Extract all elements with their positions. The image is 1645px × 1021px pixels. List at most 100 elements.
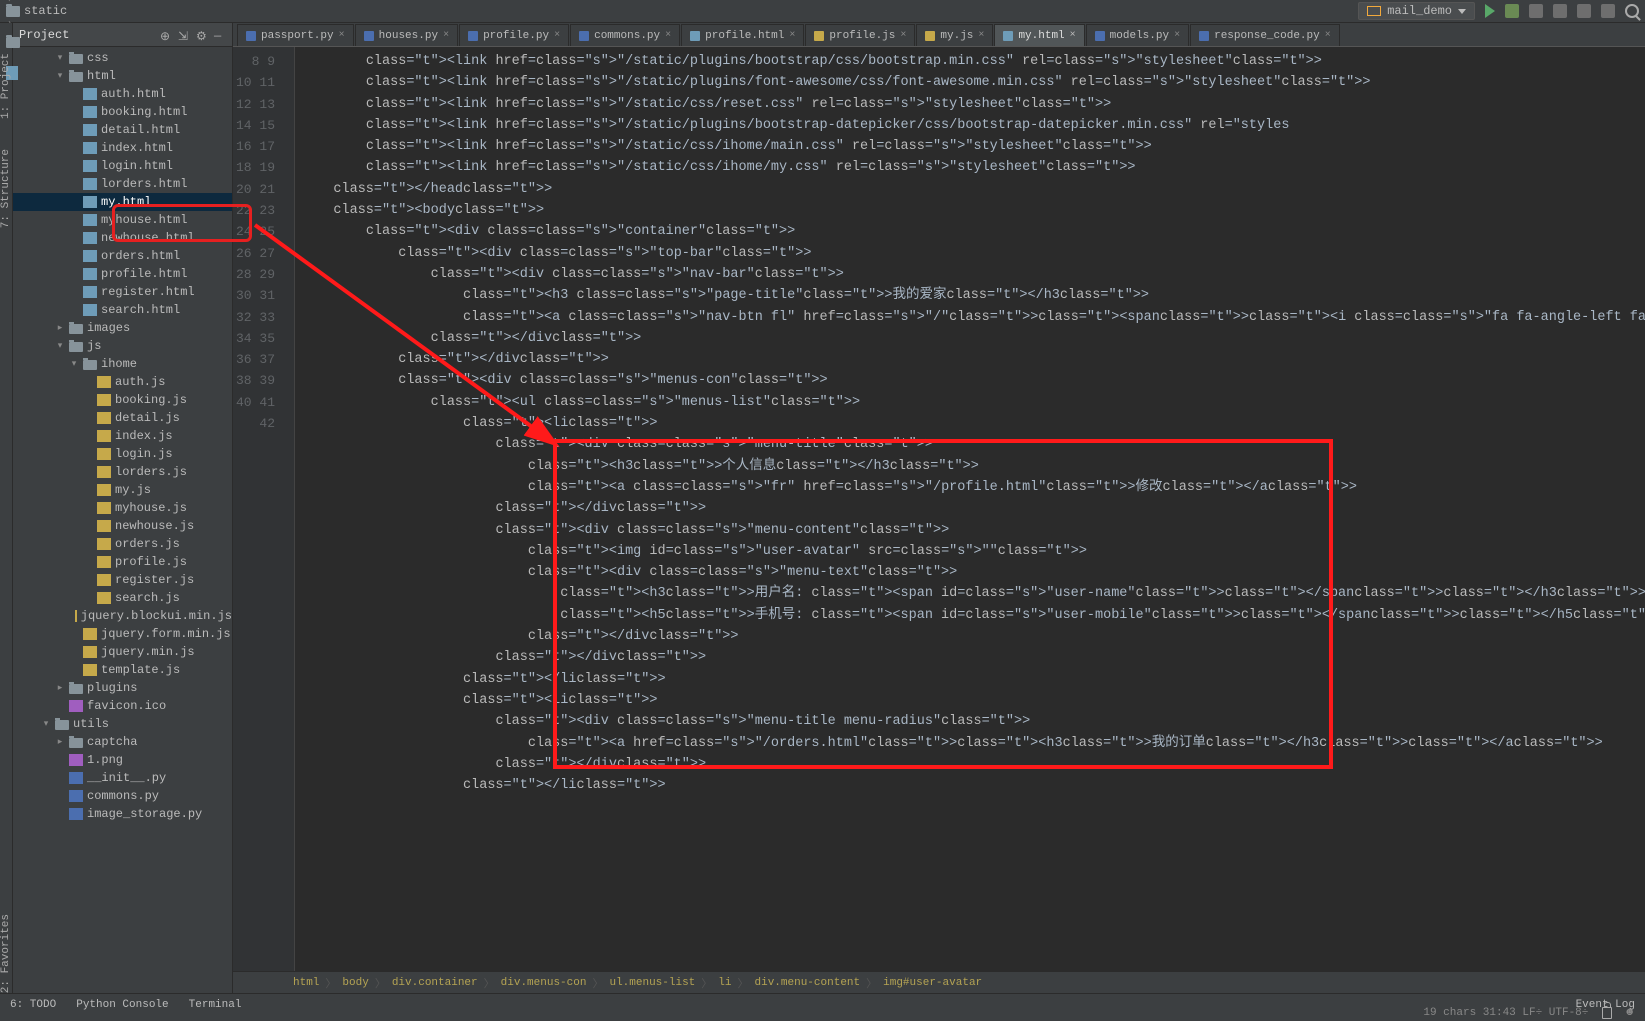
tree-node[interactable]: booking.js (13, 391, 232, 409)
tree-node[interactable]: profile.js (13, 553, 232, 571)
stop-button[interactable] (1553, 4, 1567, 18)
tree-node[interactable]: login.js (13, 445, 232, 463)
lock-icon[interactable] (1602, 1007, 1612, 1019)
tree-node[interactable]: orders.js (13, 535, 232, 553)
tree-node[interactable]: search.js (13, 589, 232, 607)
tree-node[interactable]: register.js (13, 571, 232, 589)
expand-arrow-icon[interactable]: ▸ (55, 683, 65, 693)
editor-tab[interactable]: profile.html× (681, 24, 804, 46)
line-gutter[interactable]: 8 9 10 11 12 13 14 15 16 17 18 19 20 21 … (233, 47, 283, 971)
editor-tab[interactable]: my.js× (916, 24, 993, 46)
crumb-segment[interactable]: body (342, 977, 368, 989)
tree-node[interactable]: newhouse.js (13, 517, 232, 535)
tree-node[interactable]: index.js (13, 427, 232, 445)
close-icon[interactable]: × (665, 30, 671, 41)
tree-node[interactable]: booking.html (13, 103, 232, 121)
code-editor[interactable]: class="t"><link href=class="s">"/static/… (295, 47, 1645, 971)
close-icon[interactable]: × (900, 30, 906, 41)
hide-panel-icon[interactable]: — (214, 29, 226, 41)
tree-node[interactable]: jquery.min.js (13, 643, 232, 661)
tree-node[interactable]: myhouse.js (13, 499, 232, 517)
editor-tab[interactable]: models.py× (1086, 24, 1189, 46)
tree-node[interactable]: favicon.ico (13, 697, 232, 715)
tree-node[interactable]: commons.py (13, 787, 232, 805)
run-button[interactable] (1485, 4, 1495, 18)
fold-gutter[interactable] (283, 47, 295, 971)
breadcrumb-segment[interactable]: static (24, 4, 67, 18)
python-console-toolwin[interactable]: Python Console (76, 999, 168, 1011)
sync-button[interactable] (1601, 4, 1615, 18)
close-icon[interactable]: × (978, 30, 984, 41)
tree-node[interactable]: jquery.form.min.js (13, 625, 232, 643)
tree-node[interactable]: detail.js (13, 409, 232, 427)
tree-node[interactable]: auth.html (13, 85, 232, 103)
crumb-segment[interactable]: div.menu-content (755, 977, 861, 989)
project-panel-header[interactable]: Project ⊕ ⇲ ⚙ — (13, 23, 232, 47)
tree-node[interactable]: my.js (13, 481, 232, 499)
tree-node[interactable]: search.html (13, 301, 232, 319)
expand-arrow-icon[interactable]: ▸ (55, 737, 65, 747)
close-icon[interactable]: × (1325, 30, 1331, 41)
editor-tab[interactable]: response_code.py× (1190, 24, 1340, 46)
expand-arrow-icon[interactable]: ▸ (55, 323, 65, 333)
crumb-segment[interactable]: html (293, 977, 319, 989)
tree-node[interactable]: lorders.js (13, 463, 232, 481)
editor-tab[interactable]: my.html× (994, 24, 1084, 46)
editor-tab[interactable]: houses.py× (355, 24, 458, 46)
tree-node[interactable]: ▾ihome (13, 355, 232, 373)
tree-node[interactable]: ▾js (13, 337, 232, 355)
scroll-from-source-icon[interactable]: ⊕ (160, 29, 172, 41)
tree-node[interactable]: lorders.html (13, 175, 232, 193)
toolwin-favorites[interactable]: 2: Favorites (0, 914, 12, 993)
tree-node[interactable]: login.html (13, 157, 232, 175)
expand-arrow-icon[interactable]: ▾ (69, 359, 79, 369)
close-icon[interactable]: × (789, 30, 795, 41)
tree-node[interactable]: newhouse.html (13, 229, 232, 247)
close-icon[interactable]: × (554, 30, 560, 41)
expand-arrow-icon[interactable]: ▾ (55, 53, 65, 63)
tree-node[interactable]: ▸images (13, 319, 232, 337)
tree-node[interactable]: orders.html (13, 247, 232, 265)
tree-node[interactable]: ▸captcha (13, 733, 232, 751)
tree-node[interactable]: index.html (13, 139, 232, 157)
tree-node[interactable]: my.html (13, 193, 232, 211)
crumb-segment[interactable]: li (718, 977, 731, 989)
tree-node[interactable]: jquery.blockui.min.js (13, 607, 232, 625)
tree-node[interactable]: ▾css (13, 49, 232, 67)
tree-node[interactable]: __init__.py (13, 769, 232, 787)
tree-node[interactable]: ▸plugins (13, 679, 232, 697)
crumb-segment[interactable]: div.menus-con (501, 977, 587, 989)
toolwin-project[interactable]: 1: Project (0, 53, 12, 119)
crumb-segment[interactable]: ul.menus-list (609, 977, 695, 989)
tree-node[interactable]: detail.html (13, 121, 232, 139)
editor-tab[interactable]: profile.py× (459, 24, 569, 46)
debug-button[interactable] (1505, 4, 1519, 18)
close-icon[interactable]: × (443, 30, 449, 41)
run-configuration-selector[interactable]: mail_demo (1358, 2, 1475, 20)
hector-icon[interactable]: ☻ (1626, 1007, 1633, 1019)
editor-tab[interactable]: commons.py× (570, 24, 680, 46)
project-tree[interactable]: ▾css▾htmlauth.htmlbooking.htmldetail.htm… (13, 47, 232, 993)
close-icon[interactable]: × (339, 30, 345, 41)
crumb-segment[interactable]: img#user-avatar (883, 977, 982, 989)
editor-tab[interactable]: passport.py× (237, 24, 354, 46)
collapse-all-icon[interactable]: ⇲ (178, 29, 190, 41)
close-icon[interactable]: × (1174, 30, 1180, 41)
expand-arrow-icon[interactable]: ▾ (41, 719, 51, 729)
coverage-button[interactable] (1529, 4, 1543, 18)
terminal-toolwin[interactable]: Terminal (189, 999, 242, 1011)
search-icon[interactable] (1625, 4, 1639, 18)
editor-tab[interactable]: profile.js× (805, 24, 915, 46)
gear-icon[interactable]: ⚙ (196, 29, 208, 41)
expand-arrow-icon[interactable]: ▾ (55, 71, 65, 81)
tree-node[interactable]: image_storage.py (13, 805, 232, 823)
tree-node[interactable]: auth.js (13, 373, 232, 391)
tree-node[interactable]: profile.html (13, 265, 232, 283)
vcs-button[interactable] (1577, 4, 1591, 18)
crumb-segment[interactable]: div.container (392, 977, 478, 989)
todo-toolwin[interactable]: 6: TODO (10, 999, 56, 1011)
toolwin-structure[interactable]: 7: Structure (0, 149, 12, 228)
editor-tabs[interactable]: passport.py×houses.py×profile.py×commons… (233, 23, 1645, 47)
tree-node[interactable]: template.js (13, 661, 232, 679)
expand-arrow-icon[interactable]: ▾ (55, 341, 65, 351)
